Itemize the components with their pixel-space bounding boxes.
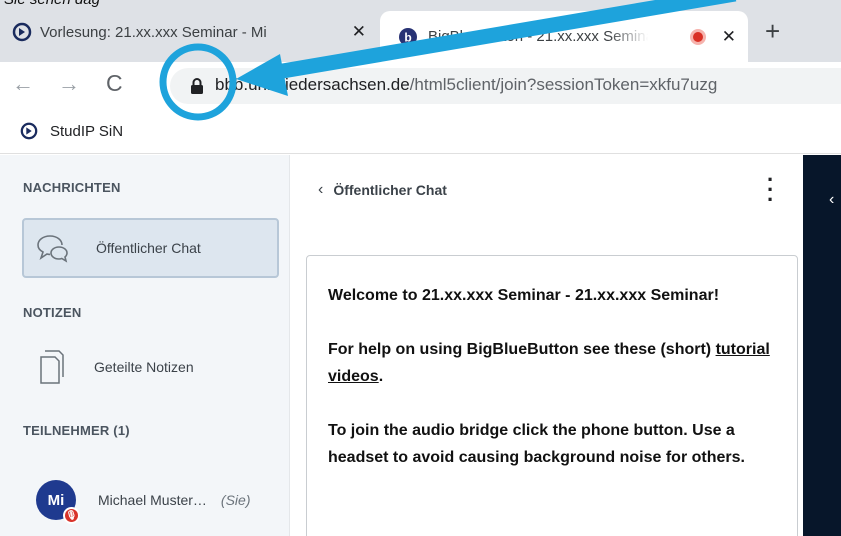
user-list-sidebar: NACHRICHTEN Öffentlicher Chat NOTIZEN Ge… [0, 155, 290, 536]
tab-title: Vorlesung: 21.xx.xxx Seminar - Mi [40, 23, 267, 41]
avatar-initials: Mi [47, 491, 65, 509]
lock-icon[interactable] [190, 77, 204, 95]
bigbluebutton-icon: b [399, 27, 417, 46]
messages-heading: NACHRICHTEN [23, 180, 121, 195]
presentation-area: ‹ [803, 155, 841, 536]
more-options-icon[interactable]: · · · [767, 169, 774, 211]
studip-icon [12, 22, 32, 42]
audio-text: To join the audio bridge click the phone… [328, 422, 745, 466]
chat-header[interactable]: ‹ Öffentlicher Chat [318, 181, 447, 199]
help-line: For help on using BigBlueButton see thes… [328, 336, 777, 390]
tab-title: BigBlueButton - 21.xx.xxx Seminar [428, 28, 648, 45]
sidebar-item-label: Öffentlicher Chat [96, 240, 201, 256]
you-tag: (Sie) [220, 492, 251, 508]
new-tab-icon[interactable]: + [765, 16, 780, 47]
welcome-session-name: 21.xx.xxx Seminar - 21.xx.xxx Seminar! [421, 287, 720, 304]
audio-line: To join the audio bridge click the phone… [328, 417, 777, 471]
url-text: bbb.uni.niedersachsen.de/html5client/joi… [215, 75, 717, 95]
chat-title: Öffentlicher Chat [333, 182, 447, 198]
bigbluebutton-app: NACHRICHTEN Öffentlicher Chat NOTIZEN Ge… [0, 155, 841, 536]
participant-name: Michael Muster… [98, 492, 207, 508]
welcome-prefix: Welcome to [328, 287, 422, 304]
help-prefix: For help on using BigBlueButton see thes… [328, 341, 716, 358]
chevron-left-icon[interactable]: ‹ [829, 191, 834, 209]
forward-icon[interactable]: → [58, 71, 80, 97]
tab-bigbluebutton[interactable]: b BigBlueButton - 21.xx.xxx Seminar ✕ [380, 11, 748, 62]
url-host: bbb.uni.niedersachsen.de [215, 75, 410, 94]
sidebar-item-label: Geteilte Notizen [94, 359, 194, 375]
help-suffix: . [378, 368, 384, 385]
public-chat-panel: ‹ Öffentlicher Chat · · · Welcome to 21.xx… [290, 155, 803, 536]
address-bar[interactable]: bbb.uni.niedersachsen.de/html5client/joi… [170, 68, 841, 104]
reload-icon[interactable]: C [106, 70, 123, 97]
chevron-left-icon[interactable]: ‹ [318, 181, 323, 199]
sidebar-item-shared-notes[interactable]: Geteilte Notizen [22, 337, 279, 397]
document-icon [32, 347, 72, 387]
browser-tab-strip: Vorlesung: 21.xx.xxx Seminar - Mi ✕ b Bi… [0, 0, 841, 62]
tab-studip-lecture[interactable]: Vorlesung: 21.xx.xxx Seminar - Mi ✕ [0, 11, 378, 53]
screenshot-root: Vorlesung: 21.xx.xxx Seminar - Mi ✕ b Bi… [0, 0, 841, 536]
url-path: /html5client/join?sessionToken=xkfu7uzg [409, 75, 718, 94]
avatar: Mi 🎙 [36, 480, 80, 524]
bookmark-studip[interactable]: StudIP SiN [20, 122, 123, 140]
close-icon[interactable]: ✕ [352, 22, 366, 42]
svg-text:b: b [404, 30, 411, 44]
muted-microphone-icon: 🎙 [63, 507, 80, 524]
back-icon[interactable]: ← [12, 71, 34, 97]
studip-icon [20, 122, 38, 140]
bookmarks-bar: StudIP SiN [0, 110, 841, 154]
browser-toolbar: ← → C bbb.uni.niedersachsen.de/html5clie… [0, 62, 841, 110]
sidebar-item-public-chat[interactable]: Öffentlicher Chat [22, 218, 279, 278]
welcome-line: Welcome to 21.xx.xxx Seminar - 21.xx.xxx… [328, 282, 777, 309]
recording-icon [690, 28, 706, 45]
welcome-message: Welcome to 21.xx.xxx Seminar - 21.xx.xxx… [306, 255, 798, 536]
caption-text: Sie sehen dag [4, 0, 100, 8]
chat-icon [34, 228, 74, 268]
participant-row[interactable]: Mi 🎙 Michael Muster… (Sie) [36, 477, 286, 524]
notes-heading: NOTIZEN [23, 305, 82, 320]
participants-heading: TEILNEHMER (1) [23, 423, 130, 438]
close-icon[interactable]: ✕ [722, 27, 736, 47]
bookmark-label: StudIP SiN [50, 122, 124, 140]
